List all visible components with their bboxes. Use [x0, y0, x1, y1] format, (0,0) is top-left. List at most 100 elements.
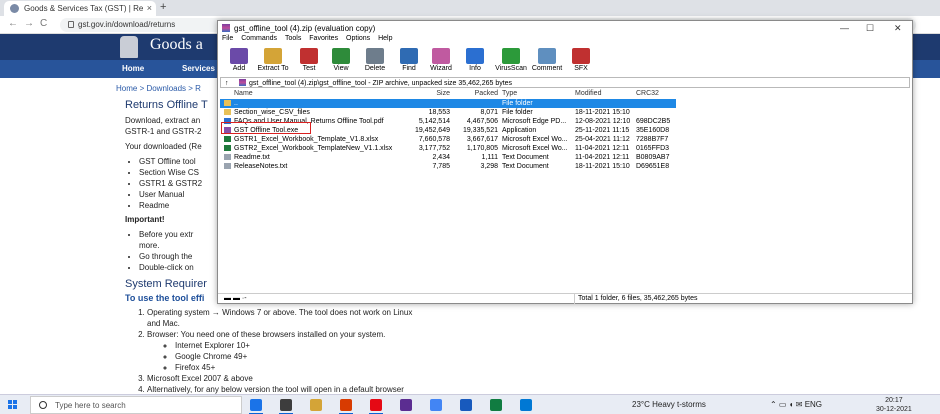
file-size: 7,785 [432, 163, 450, 170]
browser-tab[interactable]: Goods & Services Tax (GST) | Re × [4, 1, 156, 16]
file-row[interactable]: ReleaseNotes.txt 7,785 3,298 Text Document 1… [220, 162, 676, 171]
close-button[interactable]: ✕ [894, 23, 902, 34]
toolbar-view-button[interactable]: View [324, 48, 358, 72]
file-crc: 698DC2B5 [636, 118, 671, 125]
close-tab-icon[interactable]: × [147, 3, 152, 13]
file-type-icon [224, 100, 231, 106]
toolbar-label: VirusScan [495, 65, 527, 72]
status-icons: ▬ ▬ ·- [224, 295, 247, 302]
important-heading: Important! [125, 215, 165, 224]
file-packed: 1,111 [481, 154, 498, 161]
column-modified[interactable]: Modified [575, 90, 601, 97]
maximize-button[interactable]: ☐ [866, 23, 874, 34]
toolbar-find-button[interactable]: Find [392, 48, 426, 72]
toolbar-comment-button[interactable]: Comment [530, 48, 564, 72]
file-row[interactable]: Readme.txt 2,434 1,111 Text Document 11-04-2… [220, 153, 676, 162]
column-crc32[interactable]: CRC32 [636, 90, 659, 97]
file-row[interactable]: GSTR2_Excel_Workbook_TemplateNew_V1.1.xl… [220, 144, 676, 153]
toolbar: Add Extract To Test View Delete Find Wizard Inf… [218, 46, 912, 76]
browser-list: Internet Explorer 10+ Google Chrome 49+ … [175, 340, 415, 373]
menu-file[interactable]: File [222, 35, 233, 42]
column-name[interactable]: Name [234, 90, 253, 97]
menu-tools[interactable]: Tools [285, 35, 301, 42]
exe-highlight-box [221, 122, 311, 134]
wizard-icon [432, 48, 450, 64]
file-row[interactable]: GSTR1_Excel_Workbook_Template_V1.8.xlsx 7… [220, 135, 676, 144]
file-name-text: Readme.txt [234, 154, 270, 161]
taskbar-app-icon[interactable] [430, 399, 442, 411]
taskbar-app-icon[interactable] [520, 399, 532, 411]
browser-tab-bar: Goods & Services Tax (GST) | Re × + [0, 0, 940, 16]
file-size: 5,142,514 [418, 118, 450, 125]
file-packed: 3,298 [480, 163, 498, 170]
windows-start-icon[interactable] [8, 400, 18, 410]
toolbar-label: Info [469, 65, 481, 72]
file-modified: 25-04-2021 11:12 [575, 136, 630, 143]
system-tray-icons[interactable]: ⌃ ▭ ◖ ✉ ENG [770, 400, 822, 409]
taskbar-app-icon[interactable] [490, 399, 502, 411]
file-crc: 7288B7F7 [636, 136, 669, 143]
toolbar-virusscan-button[interactable]: VirusScan [494, 48, 528, 72]
site-title: Goods a [150, 36, 203, 53]
menu-options[interactable]: Options [346, 35, 370, 42]
menu-favorites[interactable]: Favorites [309, 35, 338, 42]
column-size[interactable]: Size [404, 90, 450, 97]
back-arrow-icon[interactable]: ← [8, 18, 18, 29]
column-packed[interactable]: Packed [450, 90, 498, 97]
requirements-list: Operating system → Windows 7 or above. T… [147, 307, 415, 395]
nav-services[interactable]: Services [182, 64, 215, 73]
virusscan-icon [502, 48, 520, 64]
forward-arrow-icon[interactable]: → [24, 18, 34, 29]
zip-icon [239, 79, 246, 86]
up-arrow-icon[interactable]: ↑ [225, 80, 239, 87]
file-row[interactable]: Section_wise_CSV_files 18,553 8,071 File fo… [220, 108, 676, 117]
toolbar-label: Find [402, 65, 416, 72]
breadcrumb[interactable]: Home > Downloads > R [116, 84, 201, 93]
taskbar-app-icon[interactable] [370, 399, 382, 411]
taskbar-app-icon[interactable] [280, 399, 292, 411]
toolbar-wizard-button[interactable]: Wizard [424, 48, 458, 72]
taskbar-app-icon[interactable] [400, 399, 412, 411]
menu-help[interactable]: Help [378, 35, 392, 42]
taskbar-app-icon[interactable] [250, 399, 262, 411]
minimize-button[interactable]: — [840, 23, 849, 33]
file-modified: 11-04-2021 12:11 [575, 154, 630, 161]
file-row[interactable]: .. File folder [220, 99, 676, 108]
delete-icon [366, 48, 384, 64]
reload-icon[interactable]: C [40, 18, 47, 29]
toolbar-delete-button[interactable]: Delete [358, 48, 392, 72]
file-crc: D69651E8 [636, 163, 670, 170]
file-name-text: GSTR2_Excel_Workbook_TemplateNew_V1.1.xl… [234, 145, 393, 152]
toolbar-test-button[interactable]: Test [292, 48, 326, 72]
file-name: ReleaseNotes.txt [224, 163, 287, 170]
toolbar-info-button[interactable]: Info [458, 48, 492, 72]
file-name: GSTR2_Excel_Workbook_TemplateNew_V1.1.xl… [224, 145, 392, 152]
taskbar-app-icon[interactable] [310, 399, 322, 411]
new-tab-button[interactable]: + [160, 1, 166, 13]
file-modified: 18-11-2021 15:10 [575, 163, 630, 170]
toolbar-sfx-button[interactable]: SFX [564, 48, 598, 72]
toolbar-add-button[interactable]: Add [222, 48, 256, 72]
info-icon [466, 48, 484, 64]
file-size: 19,452,649 [414, 127, 450, 134]
nav-home[interactable]: Home [122, 64, 144, 73]
comment-icon [538, 48, 556, 64]
toolbar-label: Test [302, 65, 316, 72]
search-icon [39, 401, 47, 409]
clock[interactable]: 20:17 30-12-2021 [876, 396, 912, 414]
taskbar-app-icon[interactable] [460, 399, 472, 411]
file-type: Text Document [502, 163, 549, 170]
file-crc: 35E160D8 [636, 127, 670, 134]
taskbar-search-input[interactable]: Type here to search [30, 396, 242, 414]
menu-commands[interactable]: Commands [241, 35, 277, 42]
path-bar[interactable]: ↑ gst_offline_tool (4).zip\gst_offline_to… [220, 77, 910, 88]
file-type: Microsoft Edge PD... [502, 118, 567, 125]
weather-widget[interactable]: 23°C Heavy t-storms [632, 400, 706, 409]
search-placeholder: Type here to search [55, 401, 126, 410]
taskbar-app-icon[interactable] [340, 399, 352, 411]
file-type: File folder [502, 109, 533, 116]
file-type: Application [502, 127, 537, 134]
winrar-titlebar[interactable]: gst_offline_tool (4).zip (evaluation cop… [218, 21, 912, 35]
column-type[interactable]: Type [502, 90, 517, 97]
toolbar-extract-to-button[interactable]: Extract To [256, 48, 290, 72]
